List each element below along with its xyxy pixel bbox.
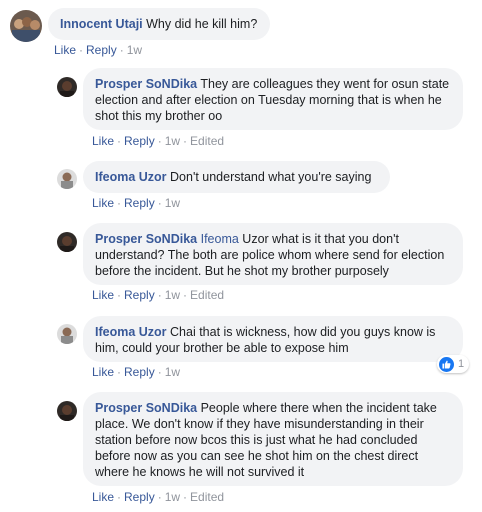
avatar[interactable] bbox=[57, 401, 77, 421]
comment-actions: Like · Reply · 1w · Edited bbox=[92, 490, 224, 504]
comment-bubble: Prosper SoNDika People where there when … bbox=[83, 392, 463, 486]
separator: · bbox=[117, 490, 122, 504]
reply-link[interactable]: Reply bbox=[124, 490, 155, 504]
reply-comment: Prosper SoNDika People where there when … bbox=[0, 0, 482, 512]
comment-timestamp[interactable]: 1w bbox=[165, 490, 180, 504]
comment-author[interactable]: Prosper SoNDika bbox=[95, 401, 197, 415]
separator: · bbox=[157, 490, 162, 504]
like-link[interactable]: Like bbox=[92, 490, 114, 504]
edited-label[interactable]: Edited bbox=[190, 490, 224, 504]
separator: · bbox=[183, 490, 188, 504]
